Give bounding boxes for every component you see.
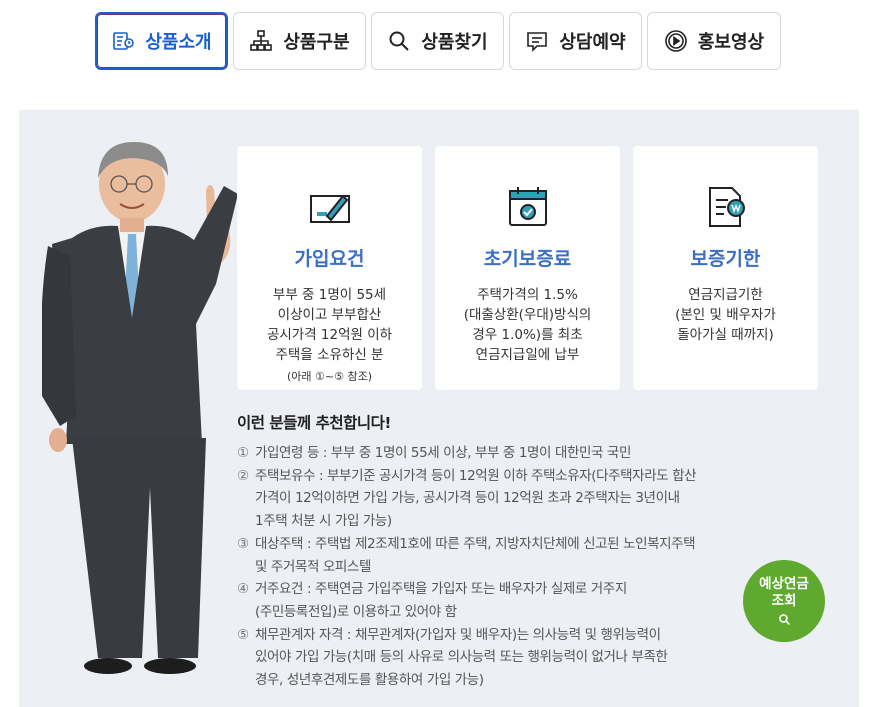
tab-product-category[interactable]: 상품구분: [233, 12, 366, 70]
item-line: 거주요건 : 주택연금 가입주택을 가입자 또는 배우자가 실제로 거주지: [255, 581, 627, 598]
item-number: ③: [237, 535, 249, 552]
item-number: ④: [237, 581, 249, 598]
list-item: ② 주택보유수 : 부부기준 공시가격 등이 12억원 이하 주택소유자(다주택…: [237, 465, 737, 533]
tab-consult-reservation[interactable]: 상담예약: [509, 12, 642, 70]
product-tabs: 상품소개 상품구분 상품찾기 상담예약 홍보영상: [95, 12, 781, 70]
tab-product-intro[interactable]: 상품소개: [95, 12, 228, 70]
search-icon: [778, 614, 790, 625]
search-icon: [389, 31, 410, 51]
list-item: ③ 대상주택 : 주택법 제2조제1호에 따른 주택, 지방자치단체에 신고된 …: [237, 533, 737, 578]
card-line: 주택가격의 1.5%: [477, 287, 578, 303]
calendar-check-icon: [508, 187, 547, 226]
card-guarantee-period: 보증기한 연금지급기한 (본인 및 배우자가 돌아가실 때까지): [633, 146, 818, 390]
product-intro-icon: [113, 32, 135, 50]
list-item: ⑤ 채무관계자 자격 : 채무관계자(가입자 및 배우자)는 의사능력 및 행위…: [237, 624, 737, 692]
card-line: 돌아가실 때까지): [677, 327, 774, 343]
spokesperson-photo: [42, 142, 238, 674]
card-line: 연금지급일에 납부: [475, 347, 580, 363]
item-line: 있어야 가입 가능(치매 등의 사유로 의사능력 또는 행위능력이 없거나 부족…: [255, 649, 668, 666]
card-title: 초기보증료: [483, 248, 572, 270]
card-title: 가입요건: [294, 248, 365, 270]
item-line: 대상주택 : 주택법 제2조제1호에 따른 주택, 지방자치단체에 신고된 노인…: [255, 535, 696, 552]
card-title: 보증기한: [690, 248, 761, 270]
recommend-list: ① 가입연령 등 : 부부 중 1명이 55세 이상, 부부 중 1명이 대한민…: [237, 442, 737, 692]
card-line: (본인 및 배우자가: [675, 307, 776, 323]
card-body: 연금지급기한 (본인 및 배우자가 돌아가실 때까지): [633, 285, 818, 345]
card-line: 주택을 소유하신 분: [275, 347, 384, 363]
pension-estimate-button[interactable]: 예상연금 조회: [743, 560, 825, 642]
card-line: 이상이고 부부합산: [277, 307, 382, 323]
item-line: 가입연령 등 : 부부 중 1명이 55세 이상, 부부 중 1명이 대한민국 …: [255, 445, 631, 461]
card-line: 부부 중 1명이 55세: [272, 287, 387, 303]
tab-label: 상품소개: [145, 32, 212, 53]
list-item: ① 가입연령 등 : 부부 중 1명이 55세 이상, 부부 중 1명이 대한민…: [237, 442, 737, 465]
item-line: 채무관계자 자격 : 채무관계자(가입자 및 배우자)는 의사능력 및 행위능력…: [255, 626, 661, 643]
play-icon: [665, 30, 687, 52]
list-item: ④ 거주요건 : 주택연금 가입주택을 가입자 또는 배우자가 실제로 거주지 …: [237, 578, 737, 623]
item-number: ②: [237, 467, 249, 484]
signature-icon: [309, 194, 350, 223]
card-line: 경우 1.0%)를 최초: [472, 327, 583, 343]
card-eligibility: 가입요건 부부 중 1명이 55세 이상이고 부부합산 공시가격 12억원 이하…: [237, 146, 422, 390]
card-note: (아래 ①~⑤ 참조): [287, 370, 372, 383]
tab-label: 상품구분: [283, 32, 350, 53]
item-line: 경우, 성년후견제도를 활용하여 가입 가능): [255, 672, 484, 689]
item-number: ⑤: [237, 626, 249, 643]
card-line: 공시가격 12억원 이하: [266, 327, 393, 343]
item-line: 가격이 12억이하면 가입 가능, 공시가격 등이 12억원 초과 2주택자는 …: [255, 490, 680, 507]
button-label: 조회: [771, 593, 797, 609]
recommend-title: 이런 분들께 추천합니다!: [237, 414, 391, 432]
document-won-icon: [708, 187, 745, 227]
card-line: 연금지급기한: [688, 287, 763, 303]
tab-label: 상담예약: [559, 32, 626, 53]
tab-label: 홍보영상: [697, 32, 765, 53]
item-number: ①: [237, 445, 249, 461]
chat-icon: [527, 32, 548, 52]
sitemap-icon: [250, 30, 273, 51]
item-line: 주택보유수 : 부부기준 공시가격 등이 12억원 이하 주택소유자(다주택자라…: [255, 467, 697, 484]
tab-promo-video[interactable]: 홍보영상: [647, 12, 781, 70]
item-line: 및 주거목적 오피스텔: [255, 558, 371, 575]
card-body: 부부 중 1명이 55세 이상이고 부부합산 공시가격 12억원 이하 주택을 …: [237, 285, 422, 387]
card-line: (대출상환(우대)방식의: [463, 307, 592, 323]
item-line: (주민등록전입)로 이용하고 있어야 함: [255, 603, 457, 620]
item-line: 1주택 처분 시 가입 가능): [255, 513, 392, 530]
tab-label: 상품찾기: [421, 32, 488, 53]
card-body: 주택가격의 1.5% (대출상환(우대)방식의 경우 1.0%)를 최초 연금지…: [435, 285, 620, 365]
card-initial-fee: 초기보증료 주택가격의 1.5% (대출상환(우대)방식의 경우 1.0%)를 …: [435, 146, 620, 390]
button-label: 예상연금: [759, 576, 809, 592]
tab-product-search[interactable]: 상품찾기: [371, 12, 504, 70]
